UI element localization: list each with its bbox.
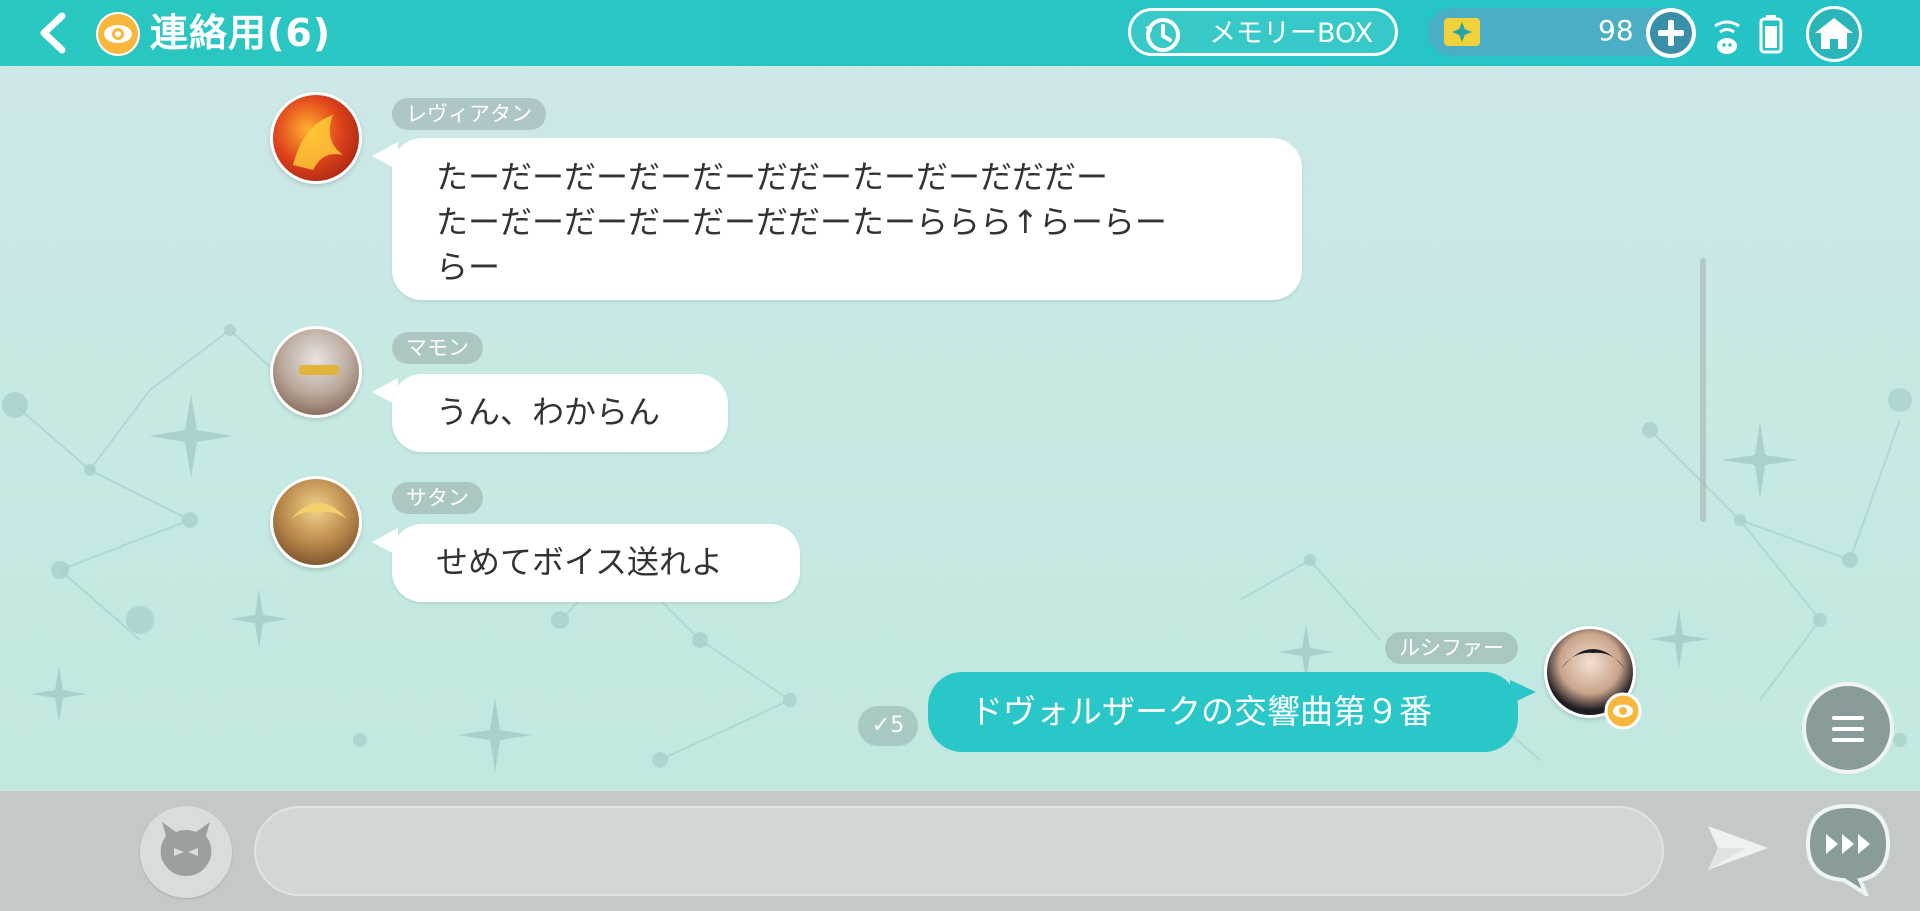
eye-icon — [1604, 692, 1642, 730]
message-input[interactable] — [254, 806, 1664, 896]
message-line: たーだーだーだーだーだだーたーだーだだだー — [436, 158, 1109, 196]
sender-name-tag: ルシファー — [1385, 632, 1518, 664]
devil-face-icon — [160, 822, 212, 876]
chat-scrollbar[interactable] — [1700, 258, 1706, 522]
wifi-icon — [1714, 20, 1740, 54]
message-line: らー — [436, 248, 501, 286]
plus-icon — [1650, 12, 1692, 54]
hamburger-icon-bar — [1832, 738, 1864, 742]
stamp-button[interactable] — [140, 806, 232, 898]
hamburger-icon — [1832, 716, 1864, 720]
chat-title: 連絡用(6) — [150, 11, 332, 55]
add-gems-button[interactable] — [1646, 8, 1696, 58]
bubble-tail — [1510, 680, 1536, 704]
app-header: 連絡用(6) メモリーBOX 98 — [0, 0, 1920, 66]
sender-name-tag: レヴィアタン — [392, 98, 546, 130]
gem-icon — [1444, 18, 1480, 46]
sender-name-tag: マモン — [392, 332, 483, 364]
my-message-bubble: ドヴォルザークの交響曲第９番 — [928, 672, 1518, 752]
avatar-mammon[interactable] — [270, 326, 362, 418]
memory-box-button[interactable]: メモリーBOX — [1128, 8, 1398, 56]
avatar-leviathan[interactable] — [270, 92, 362, 184]
chevron-left-icon — [40, 12, 66, 54]
avatar-satan[interactable] — [270, 476, 362, 568]
gem-count: 98 — [1598, 14, 1634, 47]
home-button[interactable] — [1806, 6, 1862, 62]
battery-icon — [1759, 15, 1783, 54]
send-button[interactable] — [1706, 818, 1770, 882]
message-line: たーだーだーだーだーだだーたーららら↑らーらー — [436, 203, 1167, 241]
eye-icon — [96, 12, 140, 56]
history-clock-icon — [1145, 18, 1180, 52]
message-bubble: たーだーだーだーだーだだーたーだーだだだー たーだーだーだーだーだだーたーららら… — [392, 138, 1302, 300]
back-button[interactable] — [34, 10, 74, 56]
message-bubble: うん、わからん — [392, 374, 728, 452]
home-icon — [1815, 18, 1853, 49]
send-icon — [1708, 826, 1768, 870]
sender-name-tag: サタン — [392, 482, 483, 514]
message-line: うん、わからん — [436, 393, 661, 431]
fast-forward-icon — [1805, 803, 1891, 900]
fast-forward-button[interactable] — [1800, 800, 1896, 900]
message-bubble: せめてボイス送れよ — [392, 524, 800, 602]
message-line: せめてボイス送れよ — [436, 543, 724, 581]
menu-button[interactable] — [1802, 682, 1894, 774]
hamburger-icon-bar — [1832, 727, 1864, 731]
read-count-badge: ✓5 — [858, 706, 918, 746]
memory-box-label: メモリーBOX — [1209, 18, 1374, 49]
